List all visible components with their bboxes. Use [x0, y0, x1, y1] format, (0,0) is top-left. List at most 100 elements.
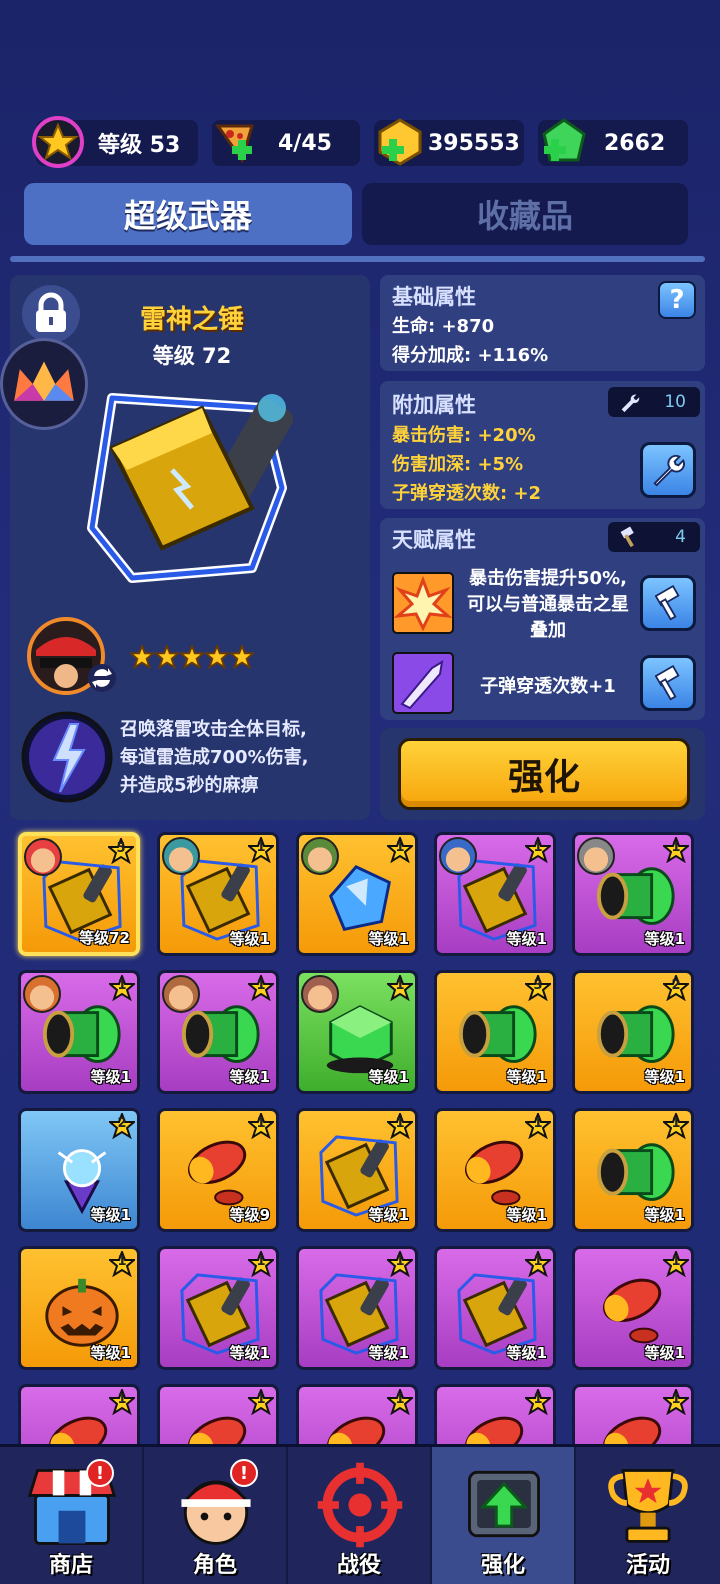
nav-shop[interactable]: ! 商店: [0, 1447, 144, 1584]
lock-icon: [36, 292, 66, 332]
inventory-card[interactable]: 1 等级1: [157, 970, 279, 1094]
card-level: 等级1: [368, 930, 409, 948]
star-count: 1: [671, 1392, 681, 1407]
inventory-card[interactable]: 1 等级1: [296, 1246, 418, 1370]
star-count: 1: [395, 978, 405, 993]
player-level-display[interactable]: 等级 53: [32, 116, 198, 168]
inventory-card[interactable]: 1 等级1: [18, 1246, 140, 1370]
extra-stat-damage-amp: 伤害加深: +5%: [392, 454, 524, 475]
star-badge: 1: [661, 1387, 691, 1416]
weapon-star-rating: [130, 645, 260, 673]
player-level-text: 等级 53: [98, 133, 181, 158]
inventory-card[interactable]: 1 等级1: [572, 1108, 694, 1232]
inventory-card[interactable]: 2 等级1: [18, 1108, 140, 1232]
inventory-card[interactable]: 1 等级1: [572, 1246, 694, 1370]
nav-campaign[interactable]: 战役: [288, 1447, 432, 1584]
talent-desc-line: 暴击伤害提升50%,: [469, 568, 627, 589]
gold-coin-icon: [378, 118, 422, 166]
upgrade-button[interactable]: 强化: [398, 738, 690, 810]
talent-desc-line: 叠加: [530, 620, 566, 641]
swap-hero-icon: [88, 664, 116, 692]
card-level: 等级1: [506, 1344, 547, 1362]
inventory-card[interactable]: 5 等级72: [18, 832, 140, 956]
lightning-skill-icon[interactable]: [20, 710, 114, 804]
star-badge: 1: [385, 1111, 415, 1140]
inventory-card[interactable]: 1 等级1: [18, 970, 140, 1094]
star-count: 1: [117, 978, 127, 993]
star-count: 1: [533, 840, 543, 855]
inventory-card[interactable]: 1 等级1: [157, 832, 279, 956]
star-count: 1: [256, 978, 266, 993]
talent-2-description: 子弹穿透次数+1: [480, 676, 616, 697]
star-count: 1: [256, 1392, 266, 1407]
hero-avatar-button[interactable]: [26, 616, 116, 696]
star-count: 1: [671, 1254, 681, 1269]
bottom-navigation: ! 商店 ! 角色 战役 强化 活动: [0, 1444, 720, 1584]
card-level: 等级1: [90, 1344, 131, 1362]
star-icon: [180, 645, 204, 669]
card-level: 等级1: [90, 1068, 131, 1086]
card-level: 等级1: [644, 1068, 685, 1086]
base-attributes-title: 基础属性: [392, 285, 476, 309]
green-gem-icon: [542, 118, 586, 162]
hero-face-icon: [301, 975, 339, 1013]
help-button[interactable]: ?: [658, 281, 696, 319]
skill-desc-line: 并造成5秒的麻痹: [120, 775, 259, 796]
star-count: 5: [116, 841, 126, 856]
nav-upgrade[interactable]: 强化: [432, 1447, 576, 1584]
hero-face-icon: [577, 837, 615, 875]
nav-campaign-label: 战役: [336, 1553, 381, 1578]
lock-button[interactable]: [22, 285, 80, 343]
inventory-card[interactable]: 1 等级1: [296, 970, 418, 1094]
energy-display[interactable]: 4/45: [212, 120, 360, 166]
crit-explosion-talent-icon[interactable]: [392, 572, 454, 634]
star-icon: [205, 645, 229, 669]
star-badge: 2: [107, 1111, 137, 1140]
skill-desc-line: 召唤落雷攻击全体目标,: [120, 719, 307, 740]
tab-super-weapon[interactable]: 超级武器: [24, 183, 352, 245]
gold-count: 395553: [428, 130, 520, 156]
inventory-card[interactable]: 1 等级1: [296, 1108, 418, 1232]
hammer-icon: [620, 526, 634, 548]
star-count: 1: [533, 1254, 543, 1269]
inventory-card[interactable]: 3 等级1: [434, 970, 556, 1094]
star-count: 1: [256, 840, 266, 855]
nav-events[interactable]: 活动: [576, 1447, 720, 1584]
gold-display[interactable]: 395553: [374, 118, 524, 166]
star-count: 3: [533, 978, 543, 993]
inventory-card[interactable]: 1 等级1: [434, 1246, 556, 1370]
hammer-count: 4: [675, 527, 686, 547]
talent-2-upgrade-button[interactable]: [640, 655, 696, 711]
inventory-card[interactable]: 1 等级1: [434, 832, 556, 956]
card-level: 等级1: [229, 1344, 270, 1362]
nav-shop-label: 商店: [48, 1553, 93, 1578]
inventory-card[interactable]: 1 等级1: [296, 832, 418, 956]
inventory-card[interactable]: 1 等级1: [572, 832, 694, 956]
star-badge: 1: [385, 1249, 415, 1278]
tab-collectibles[interactable]: 收藏品: [362, 183, 688, 245]
star-badge: 1: [246, 1249, 276, 1278]
star-badge: 1: [385, 835, 415, 864]
inventory-card[interactable]: 2 等级1: [572, 970, 694, 1094]
gem-display[interactable]: 2662: [538, 118, 688, 166]
talent-1-description: 暴击伤害提升50%, 可以与普通暴击之星 叠加: [458, 566, 638, 644]
star-count: 1: [395, 1392, 405, 1407]
card-level: 等级1: [506, 1068, 547, 1086]
weapon-name: 雷神之锤: [139, 305, 244, 335]
nav-character[interactable]: ! 角色: [144, 1447, 288, 1584]
energy-count: 4/45: [278, 130, 332, 156]
star-badge: 1: [523, 1111, 553, 1140]
star-badge: 1: [523, 835, 553, 864]
reforge-button[interactable]: [640, 442, 696, 498]
star-badge: 1: [246, 1111, 276, 1140]
inventory-card[interactable]: 1 等级1: [434, 1108, 556, 1232]
nav-events-label: 活动: [625, 1553, 670, 1578]
inventory-card[interactable]: 1 等级9: [157, 1108, 279, 1232]
bullet-pierce-talent-icon[interactable]: [392, 652, 454, 714]
gem-count: 2662: [604, 130, 666, 156]
tab-divider: [10, 256, 705, 262]
vip-crown-button[interactable]: [0, 338, 88, 430]
inventory-card[interactable]: 1 等级1: [157, 1246, 279, 1370]
star-badge: 2: [661, 973, 691, 1002]
talent-1-upgrade-button[interactable]: [640, 575, 696, 631]
